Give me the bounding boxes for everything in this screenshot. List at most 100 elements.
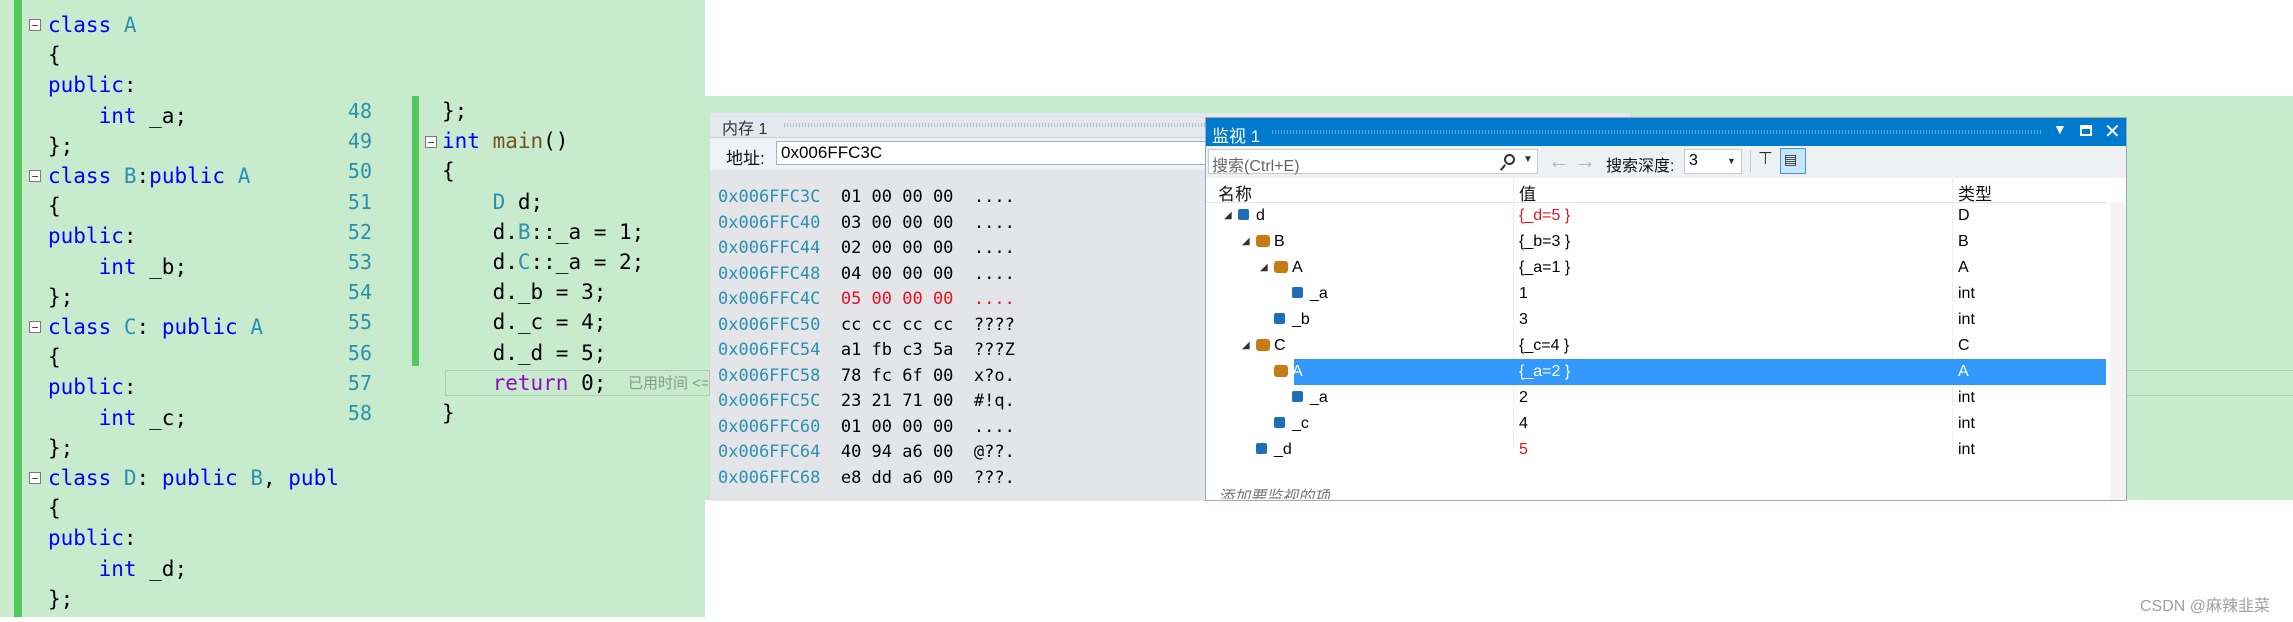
memory-row[interactable]: 0x006FFC64 40 94 a6 00 @??. [718, 440, 1015, 465]
memory-row[interactable]: 0x006FFC5C 23 21 71 00 #!q. [718, 389, 1015, 414]
expand-toggle-icon[interactable]: ◢ [1242, 333, 1250, 359]
fold-toggle-icon[interactable]: − [29, 19, 41, 31]
code-line[interactable]: public: [48, 372, 137, 402]
watch-type: int [1958, 441, 1975, 458]
code-line[interactable]: { [48, 40, 61, 70]
code-line[interactable]: }; [48, 131, 73, 161]
code-line[interactable]: int _c; [48, 403, 188, 433]
maximize-icon[interactable] [2080, 125, 2092, 136]
code-token: : [123, 526, 137, 551]
address-input[interactable]: 0x006FFC3C [776, 141, 1206, 165]
code-token: }; [442, 99, 468, 123]
watch-row[interactable]: ◢ d {_d=5 } D [1206, 203, 2106, 229]
code-token: { [48, 496, 61, 521]
expand-toggle-icon[interactable]: ◢ [1260, 359, 1268, 385]
watch-row[interactable]: _d 5 int [1206, 437, 2106, 463]
code-line[interactable]: }; [48, 282, 73, 312]
code-line[interactable]: }; [442, 96, 467, 126]
code-line[interactable]: class D: public B, publ [48, 463, 339, 493]
memory-row[interactable]: 0x006FFC44 02 00 00 00 .... [718, 236, 1015, 261]
code-line[interactable]: d.B::_a = 1; [442, 217, 645, 247]
code-line[interactable]: { [48, 493, 61, 523]
watch-row[interactable]: ◢ C {_c=4 } C [1206, 333, 2106, 359]
code-line[interactable]: { [442, 156, 455, 186]
watch-window[interactable]: 监视 1 ▼ ✕ 搜索(Ctrl+E) ▼ ← → 搜索深度: 3 ▼ ⊤ ▤ … [1205, 117, 2127, 501]
code-line[interactable]: return 0; [442, 368, 607, 398]
code-line[interactable]: }; [48, 584, 73, 614]
close-icon[interactable]: ✕ [2104, 119, 2121, 144]
watch-row[interactable]: ◢ B {_b=3 } B [1206, 229, 2106, 255]
watch-row[interactable]: _a 1 int [1206, 281, 2106, 307]
add-watch-item[interactable]: 添加要监视的项 [1218, 483, 1330, 499]
memory-row[interactable]: 0x006FFC58 78 fc 6f 00 x?o. [718, 364, 1015, 389]
line-number: 53 [347, 250, 372, 274]
code-line[interactable]: class C: public A [48, 312, 263, 342]
search-depth-select[interactable]: 3 ▼ [1684, 149, 1742, 174]
hex-display-button[interactable]: ▤ [1780, 148, 1806, 174]
watch-value[interactable]: {_a=1 } [1519, 255, 1570, 281]
code-line[interactable]: d._c = 4; [442, 307, 607, 337]
code-line[interactable]: public: [48, 523, 137, 553]
memory-row[interactable]: 0x006FFC40 03 00 00 00 .... [718, 211, 1015, 236]
code-line[interactable]: d.C::_a = 2; [442, 247, 645, 277]
forward-arrow-icon[interactable]: → [1574, 148, 1596, 174]
code-line[interactable]: class B:public A [48, 161, 250, 191]
column-header-type[interactable]: 类型 [1958, 180, 1992, 205]
code-line[interactable]: { [48, 191, 61, 221]
memory-row[interactable]: 0x006FFC48 04 00 00 00 .... [718, 262, 1015, 287]
dropdown-icon[interactable]: ▼ [2053, 121, 2067, 137]
fold-toggle-icon[interactable]: − [29, 321, 41, 333]
code-token: int [442, 129, 493, 154]
watch-value[interactable]: {_c=4 } [1519, 333, 1569, 359]
watch-value[interactable]: {_b=3 } [1519, 229, 1570, 255]
memory-row[interactable]: 0x006FFC3C 01 00 00 00 .... [718, 185, 1015, 210]
memory-row[interactable]: 0x006FFC4C 05 00 00 00 .... [718, 287, 1015, 312]
watch-value[interactable]: 3 [1519, 307, 1528, 333]
fold-toggle-icon[interactable]: − [29, 472, 41, 484]
code-line[interactable]: public: [48, 221, 137, 251]
code-line[interactable]: D d; [442, 187, 544, 217]
watch-row[interactable]: _c 4 int [1206, 411, 2106, 437]
memory-chars: .... [973, 263, 1015, 284]
code-line[interactable]: public: [48, 70, 137, 100]
watch-value[interactable]: {_d=5 } [1519, 203, 1570, 229]
code-line[interactable]: d._b = 3; [442, 277, 607, 307]
watch-row[interactable]: _b 3 int [1206, 307, 2106, 333]
fold-toggle-icon[interactable]: − [425, 136, 437, 148]
expand-toggle-icon[interactable]: ◢ [1224, 203, 1232, 229]
watch-value[interactable]: {_a=2 } [1519, 359, 1570, 385]
watch-search-input[interactable]: 搜索(Ctrl+E) ▼ [1208, 149, 1538, 175]
filter-icon[interactable]: ⊤ [1758, 149, 1773, 169]
watch-scroll-edge[interactable] [2110, 202, 2126, 500]
expand-toggle-icon[interactable]: ◢ [1260, 255, 1268, 281]
watch-value[interactable]: 1 [1519, 281, 1528, 307]
watch-titlebar[interactable]: 监视 1 ▼ ✕ [1206, 118, 2126, 146]
search-options-icon[interactable]: ▼ [1523, 154, 1533, 165]
watch-value[interactable]: 4 [1519, 411, 1528, 437]
back-arrow-icon[interactable]: ← [1548, 148, 1570, 174]
watch-row[interactable]: _a 2 int [1206, 385, 2106, 411]
code-token: : [136, 164, 150, 188]
code-line[interactable]: class A [48, 10, 137, 40]
watch-row[interactable]: ◢ A {_a=1 } A [1206, 255, 2106, 281]
fold-toggle-icon[interactable]: − [29, 170, 41, 182]
code-line[interactable]: } [442, 398, 455, 428]
code-line[interactable]: int _a; [48, 101, 188, 131]
code-line[interactable]: int main() [442, 126, 568, 156]
code-line[interactable]: }; [48, 433, 73, 463]
expand-toggle-icon[interactable]: ◢ [1242, 229, 1250, 255]
code-line[interactable]: d._d = 5; [442, 338, 607, 368]
memory-row[interactable]: 0x006FFC50 cc cc cc cc ???? [718, 313, 1015, 338]
watch-row[interactable]: ◢ A {_a=2 } A [1260, 359, 2106, 385]
memory-row[interactable]: 0x006FFC54 a1 fb c3 5a ???Z [718, 338, 1015, 363]
memory-row[interactable]: 0x006FFC60 01 00 00 00 .... [718, 415, 1015, 440]
watch-value[interactable]: 2 [1519, 385, 1528, 411]
code-line[interactable]: int _b; [48, 252, 188, 282]
memory-row[interactable]: 0x006FFC68 e8 dd a6 00 ???. [718, 466, 1015, 491]
code-line[interactable]: int _d; [48, 554, 188, 584]
code-line[interactable]: { [48, 342, 61, 372]
column-header-value[interactable]: 值 [1519, 180, 1536, 205]
watch-value[interactable]: 5 [1519, 437, 1528, 463]
column-header-name[interactable]: 名称 [1218, 180, 1252, 205]
